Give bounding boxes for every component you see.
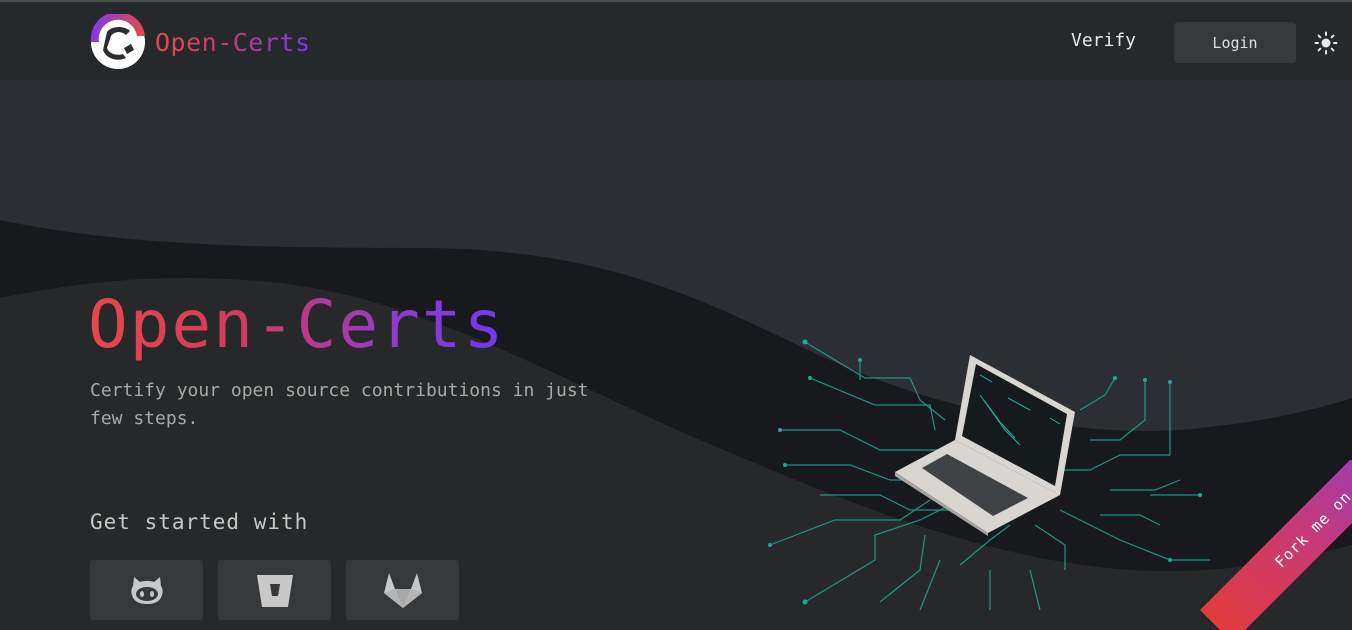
github-icon	[1348, 469, 1352, 494]
open-certs-logo-icon	[90, 14, 145, 69]
laptop-circuit-illustration	[768, 339, 1210, 611]
hero-subtitle: Certify your open source contributions i…	[90, 380, 589, 429]
github-login-button[interactable]	[90, 560, 203, 620]
get-started-heading: Get started with	[90, 510, 309, 534]
brand-name: Open-Certs	[155, 27, 311, 57]
login-button[interactable]: Login	[1174, 22, 1296, 63]
page: Open-Certs Verify Login Open-Certs Certi…	[0, 0, 1352, 630]
bitbucket-login-button[interactable]	[218, 560, 331, 620]
gitlab-icon	[383, 573, 422, 608]
bitbucket-icon	[256, 575, 293, 607]
fork-ribbon-label: Fork me on	[1271, 487, 1352, 572]
sun-icon[interactable]	[1314, 31, 1338, 55]
navbar: Open-Certs Verify Login	[0, 2, 1352, 80]
github-icon	[130, 577, 163, 604]
nav-verify-link[interactable]: Verify	[1071, 30, 1136, 51]
hero-title: Open-Certs	[88, 286, 506, 363]
gitlab-login-button[interactable]	[346, 560, 459, 620]
fork-ribbon-container: Fork me on	[1182, 460, 1352, 630]
fork-me-ribbon[interactable]: Fork me on	[1200, 460, 1352, 630]
brand[interactable]: Open-Certs	[90, 14, 311, 70]
